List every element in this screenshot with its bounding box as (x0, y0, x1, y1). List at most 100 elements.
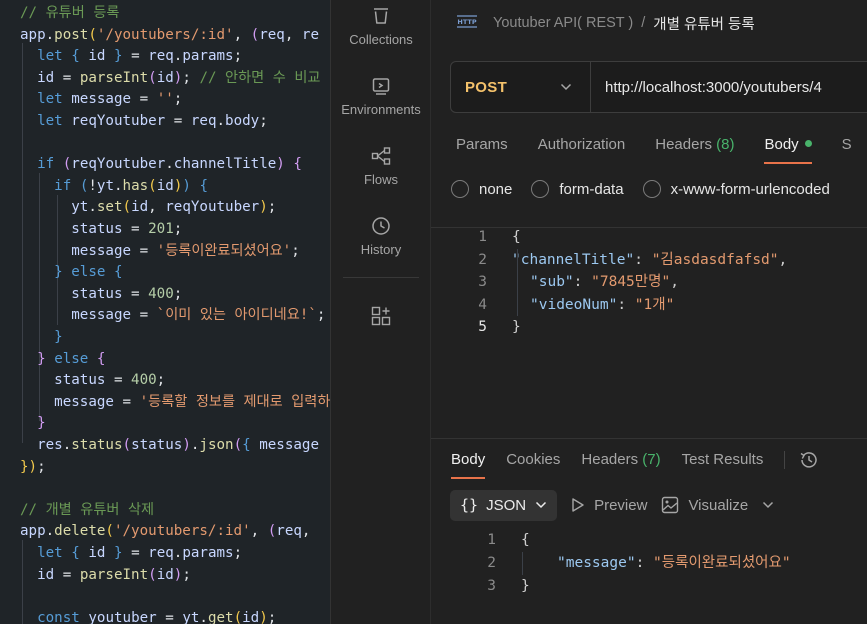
line-number: 2 (487, 555, 496, 571)
code-token: = (122, 285, 149, 302)
code-token: '등록이완료되셨어요' (156, 242, 292, 259)
breadcrumb-collection[interactable]: Youtuber API( REST ) (493, 15, 633, 31)
code-token: status (54, 372, 106, 389)
code-token: set (96, 199, 123, 216)
code-editor[interactable]: // 유튜버 등록 app.post('/youtubers/:id', (req… (0, 0, 330, 624)
format-select[interactable]: {} JSON (450, 489, 558, 521)
code-token: ( (267, 523, 277, 540)
code-token: status (71, 285, 123, 302)
code-line: } else { (20, 349, 105, 371)
code-token: if (37, 156, 55, 173)
radio-urlencoded[interactable]: x-www-form-urlencoded (642, 180, 830, 198)
chevron-down-icon[interactable] (762, 501, 774, 509)
visualize-button[interactable]: Visualize (661, 496, 748, 514)
code-token: json (199, 437, 234, 453)
code-token: id (88, 48, 106, 65)
code-token: ; (233, 545, 243, 561)
code-token: ; (173, 285, 183, 302)
history-icon (800, 452, 818, 468)
code-token: ( (233, 437, 243, 453)
code-token: 201 (148, 221, 174, 237)
code-token: : (573, 274, 592, 290)
code-token: } (521, 578, 530, 594)
code-token: ) (182, 177, 191, 194)
code-token: . (165, 156, 174, 173)
divider (431, 438, 867, 439)
sidebar-divider (343, 277, 419, 278)
code-token: status (71, 221, 123, 237)
code-token: . (45, 523, 55, 540)
code-token: id (156, 69, 174, 86)
request-panel: HTTP Youtuber API( REST ) / 개별 유튜버 등록 PO… (431, 0, 867, 624)
code-token: get (207, 609, 234, 624)
code-token: , (670, 274, 679, 290)
tab-cookies[interactable]: Cookies (506, 451, 560, 469)
sidebar-item-collections[interactable]: Collections (331, 6, 431, 47)
code-token: id (88, 545, 106, 561)
code-line: status = 201; (20, 219, 182, 241)
url-input[interactable]: http://localhost:3000/youtubers/4 (591, 79, 822, 96)
configure-workbench-button[interactable] (331, 306, 431, 332)
tab-response-headers[interactable]: Headers (7) (581, 451, 660, 469)
tab-response-body[interactable]: Body (451, 451, 486, 480)
code-token: message (54, 393, 114, 410)
code-token: re (301, 26, 320, 43)
visualize-label: Visualize (688, 496, 749, 514)
code-line: } else { (20, 262, 122, 284)
code-token: ) (182, 437, 191, 453)
radio-form-data[interactable]: form-data (531, 180, 624, 198)
radio-none[interactable]: none (451, 180, 512, 198)
code-token: else (54, 350, 89, 367)
response-history-button[interactable] (799, 451, 819, 469)
method-select[interactable]: POST (451, 62, 591, 112)
code-line: app.post('/youtubers/:id', (req, re (20, 25, 319, 47)
tab-headers[interactable]: Headers (8) (655, 136, 734, 153)
tab-params[interactable]: Params (456, 136, 508, 153)
code-token: ( (233, 609, 243, 624)
format-label: JSON (486, 496, 527, 514)
tab-body[interactable]: Body (764, 136, 812, 164)
code-token: "7845만명" (591, 274, 671, 290)
active-tab-underline (764, 162, 812, 164)
sidebar-item-flows[interactable]: Flows (331, 146, 431, 187)
code-token: = (131, 307, 157, 324)
code-token: app (20, 523, 46, 540)
code-token: = (113, 393, 140, 410)
code-token: . (199, 609, 208, 624)
breadcrumb-request-name[interactable]: 개별 유튜버 등록 (653, 13, 754, 34)
sidebar-item-label: Collections (349, 32, 413, 47)
code-token: if (54, 177, 72, 194)
code-line: let { id } = req.params; (20, 543, 242, 565)
code-token: = (131, 91, 157, 108)
tab-test-results[interactable]: Test Results (682, 451, 764, 469)
code-token: . (114, 177, 123, 194)
code-token: let (37, 545, 63, 561)
code-token: = (105, 372, 132, 389)
code-line: id = parseInt(id); // 안하면 수 비교 (20, 68, 320, 90)
line-number: 2 (478, 251, 487, 268)
code-line: message = `이미 있는 아이디네요!`; (20, 305, 325, 327)
code-token: ; (316, 307, 326, 324)
sidebar-item-environments[interactable]: Environments (331, 76, 431, 117)
tab-authorization[interactable]: Authorization (538, 136, 626, 153)
tab-settings[interactable]: S (842, 136, 852, 153)
preview-button[interactable]: Preview (571, 497, 647, 514)
code-token: } (37, 350, 46, 367)
code-token: , (284, 26, 302, 43)
chevron-down-icon (536, 501, 547, 509)
code-token: = (54, 69, 80, 86)
radio-circle (451, 180, 469, 198)
code-token: "sub" (530, 274, 574, 290)
sidebar-item-history[interactable]: History (331, 216, 431, 257)
code-token: ; (173, 221, 183, 237)
